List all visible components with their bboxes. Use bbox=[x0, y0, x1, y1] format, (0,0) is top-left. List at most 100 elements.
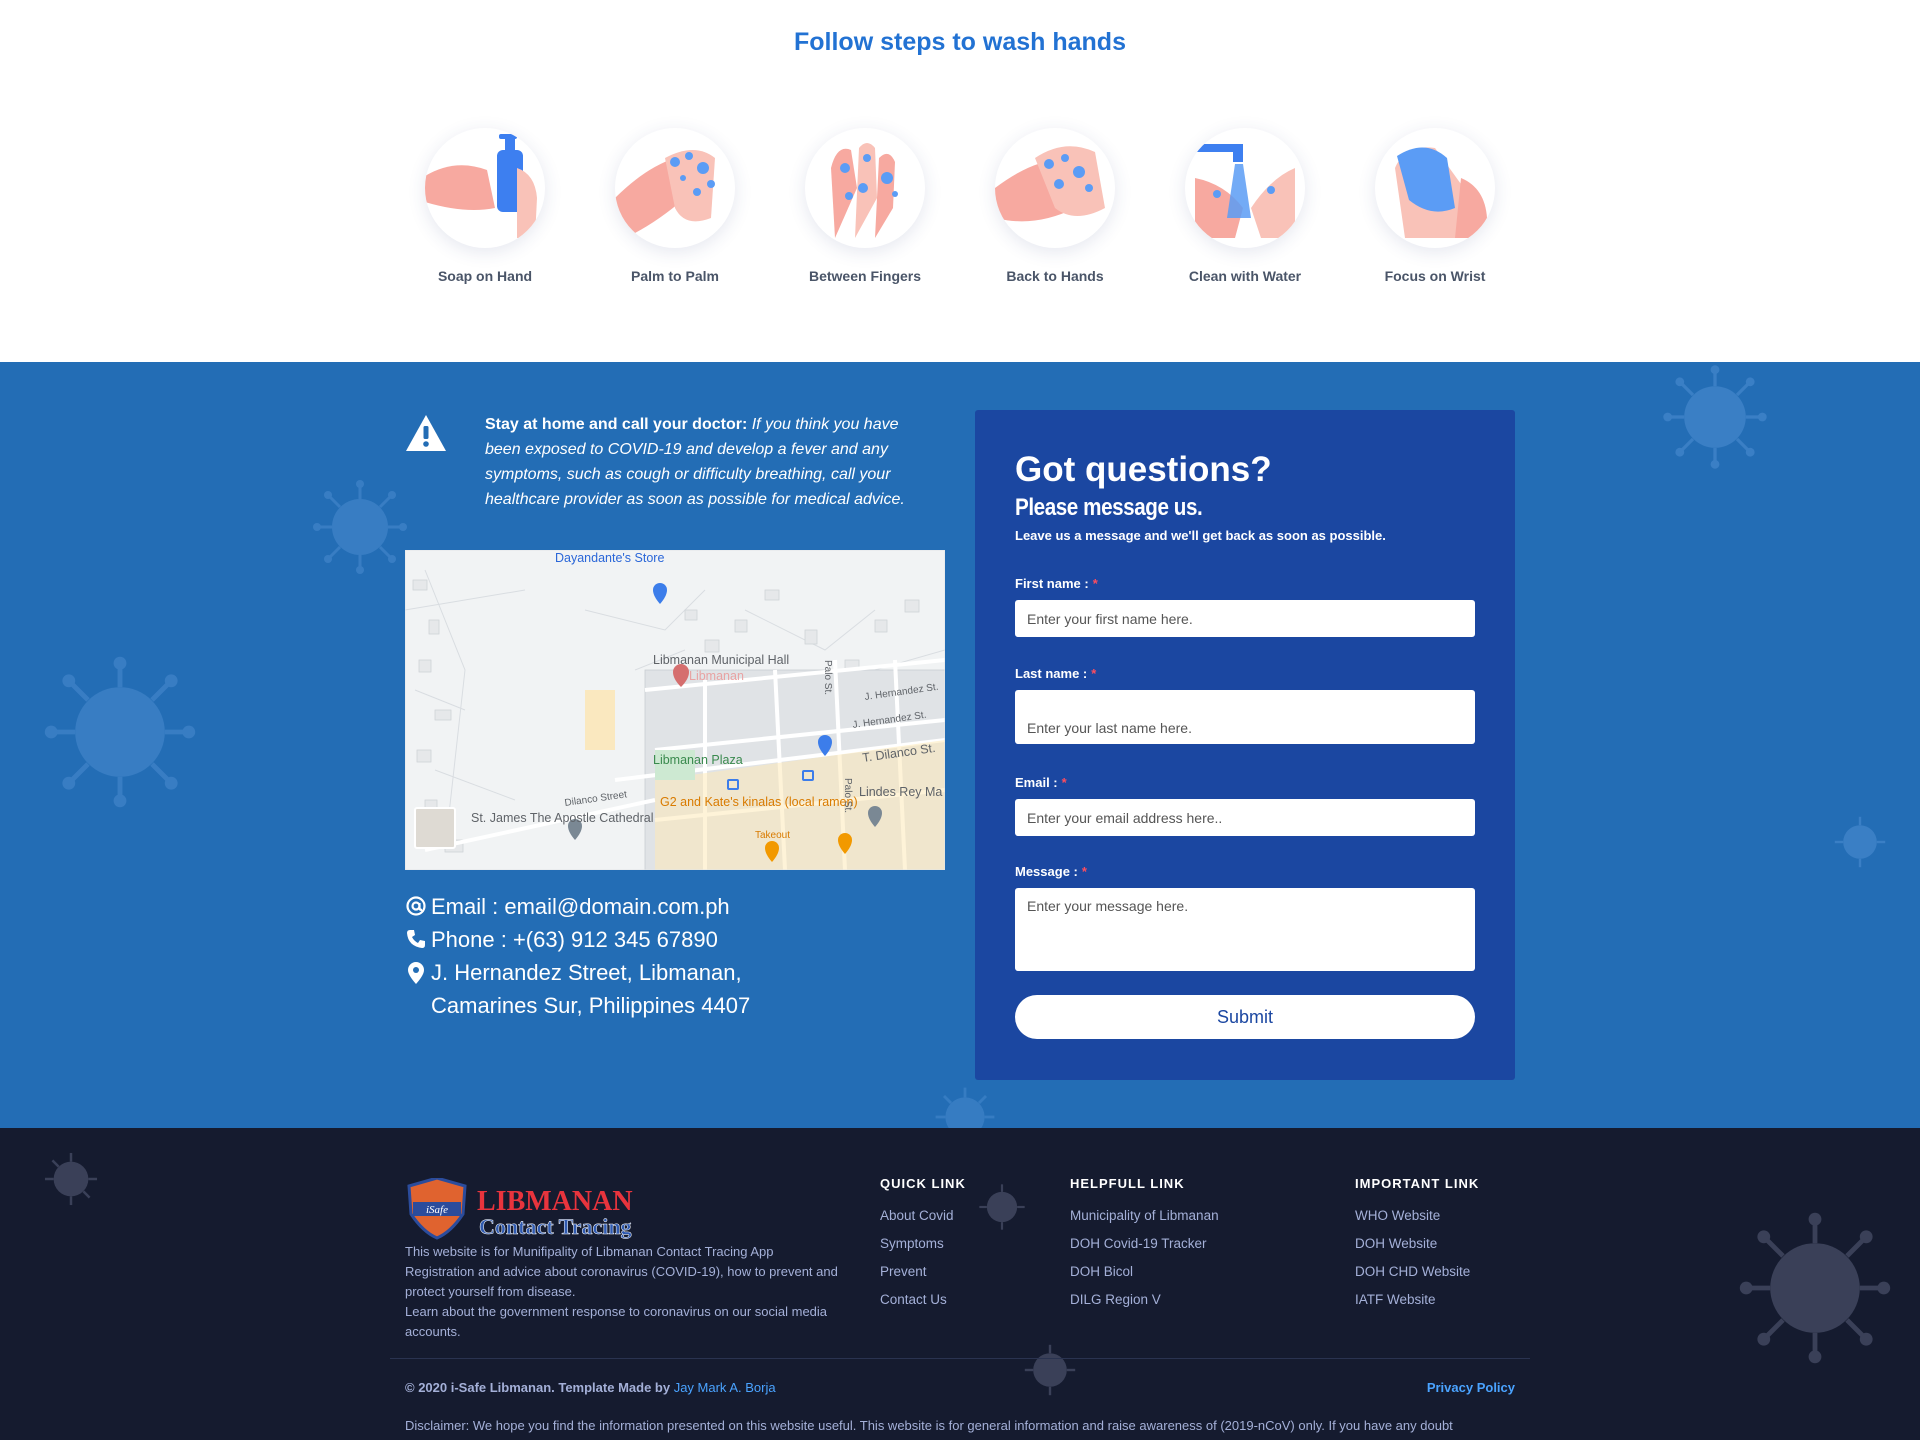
contact-info: Email : email@domain.com.ph Phone : +(63… bbox=[405, 890, 945, 1022]
step-back-to-hands: Back to Hands bbox=[960, 128, 1150, 284]
step-soap-on-hand: Soap on Hand bbox=[390, 128, 580, 284]
virus-icon bbox=[44, 656, 196, 808]
email-field[interactable]: Enter your email address here.. bbox=[1015, 799, 1475, 836]
step-label: Focus on Wrist bbox=[1384, 268, 1486, 284]
link-iatf[interactable]: IATF Website bbox=[1355, 1292, 1479, 1307]
email-row: Email : email@domain.com.ph bbox=[405, 890, 945, 923]
question-form: Got questions? Please message us. Leave … bbox=[975, 410, 1515, 1080]
link-doh-bicol[interactable]: DOH Bicol bbox=[1070, 1264, 1219, 1279]
map-label-store: Dayandante's Store bbox=[555, 551, 664, 565]
link-prevent[interactable]: Prevent bbox=[880, 1264, 966, 1279]
isafe-logo: iSafe LIBMANAN Contact Tracing bbox=[407, 1176, 633, 1240]
logo-line1: LIBMANAN bbox=[477, 1186, 633, 1217]
last-name-label: Last name : * bbox=[1015, 666, 1096, 681]
first-name-label-text: First name : bbox=[1015, 576, 1089, 591]
email-label-text: Email : bbox=[1015, 775, 1058, 790]
step-label: Palm to Palm bbox=[631, 268, 719, 284]
copyright: © 2020 i-Safe Libmanan. Template Made by… bbox=[405, 1380, 776, 1395]
link-about-covid[interactable]: About Covid bbox=[880, 1208, 966, 1223]
virus-icon bbox=[1834, 816, 1886, 868]
alert-bold: Stay at home and call your doctor: bbox=[485, 416, 748, 433]
step-label: Between Fingers bbox=[808, 268, 922, 284]
required-mark: * bbox=[1092, 576, 1098, 591]
logo-line2: Contact Tracing bbox=[479, 1214, 632, 1239]
map-label-palo2: Palo St. bbox=[842, 778, 853, 813]
link-doh-tracker[interactable]: DOH Covid-19 Tracker bbox=[1070, 1236, 1219, 1251]
helpful-links-title: HELPFULL LINK bbox=[1070, 1176, 1185, 1191]
step-label: Clean with Water bbox=[1188, 268, 1302, 284]
footer-description-1: This website is for Munifipality of Libm… bbox=[405, 1244, 838, 1299]
logo-badge-text: iSafe bbox=[426, 1204, 448, 1216]
step-between-fingers: Between Fingers bbox=[770, 128, 960, 284]
site-footer: iSafe LIBMANAN Contact Tracing This webs… bbox=[0, 1128, 1920, 1440]
at-icon bbox=[405, 890, 427, 916]
message-label: Message : * bbox=[1015, 864, 1087, 879]
required-mark: * bbox=[1081, 864, 1087, 879]
virus-icon bbox=[935, 1087, 995, 1128]
map-label-plaza: Libmanan Plaza bbox=[653, 753, 743, 767]
palm-to-palm-icon bbox=[615, 128, 735, 248]
last-name-field[interactable]: Enter your last name here. bbox=[1015, 690, 1475, 744]
helpful-links: HELPFULL LINK Municipality of Libmanan D… bbox=[1070, 1176, 1219, 1320]
important-links: IMPORTANT LINK WHO Website DOH Website D… bbox=[1355, 1176, 1479, 1320]
step-palm-to-palm: Palm to Palm bbox=[580, 128, 770, 284]
focus-on-wrist-icon bbox=[1375, 128, 1495, 248]
virus-icon bbox=[313, 480, 407, 574]
step-label: Soap on Hand bbox=[437, 268, 533, 284]
footer-divider bbox=[390, 1358, 1530, 1359]
form-subtitle: Please message us. bbox=[1015, 494, 1203, 521]
map-graphic: Dayandante's Store Libmanan Municipal Ha… bbox=[405, 550, 945, 870]
required-mark: * bbox=[1091, 666, 1097, 681]
email-label: Email : * bbox=[1015, 775, 1067, 790]
virus-icon bbox=[1663, 365, 1767, 469]
map-label-hall-faded: Libmanan bbox=[689, 669, 744, 683]
map-label-lindes: Lindes Rey Ma bbox=[859, 785, 942, 799]
footer-logo[interactable]: iSafe LIBMANAN Contact Tracing bbox=[405, 1176, 655, 1245]
submit-button[interactable]: Submit bbox=[1015, 995, 1475, 1039]
footer-description-2: Learn about the government response to c… bbox=[405, 1304, 828, 1339]
form-title: Got questions? bbox=[1015, 450, 1272, 489]
virus-icon bbox=[1024, 1344, 1076, 1396]
link-symptoms[interactable]: Symptoms bbox=[880, 1236, 966, 1251]
message-label-text: Message : bbox=[1015, 864, 1078, 879]
phone-row: Phone : +(63) 912 345 67890 bbox=[405, 923, 945, 956]
link-dilg[interactable]: DILG Region V bbox=[1070, 1292, 1219, 1307]
step-clean-with-water: Clean with Water bbox=[1150, 128, 1340, 284]
alert-text: Stay at home and call your doctor: If yo… bbox=[485, 412, 935, 512]
last-name-label-text: Last name : bbox=[1015, 666, 1088, 681]
important-links-title: IMPORTANT LINK bbox=[1355, 1176, 1480, 1191]
privacy-policy-link[interactable]: Privacy Policy bbox=[1427, 1380, 1515, 1395]
phone-icon bbox=[405, 923, 427, 949]
link-contact-us[interactable]: Contact Us bbox=[880, 1292, 966, 1307]
disclaimer: Disclaimer: We hope you find the informa… bbox=[405, 1418, 1453, 1433]
location-map[interactable]: Dayandante's Store Libmanan Municipal Ha… bbox=[405, 550, 945, 870]
link-doh-chd[interactable]: DOH CHD Website bbox=[1355, 1264, 1479, 1279]
author-link[interactable]: Jay Mark A. Borja bbox=[674, 1380, 776, 1395]
link-who[interactable]: WHO Website bbox=[1355, 1208, 1479, 1223]
wash-hands-section: Follow steps to wash hands Soap on Hand … bbox=[0, 0, 1920, 362]
virus-icon bbox=[979, 1184, 1025, 1230]
quick-links-title: QUICK LINK bbox=[880, 1176, 966, 1191]
email-link[interactable]: Email : email@domain.com.ph bbox=[431, 890, 730, 923]
back-to-hands-icon bbox=[995, 128, 1115, 248]
first-name-field[interactable]: Enter your first name here. bbox=[1015, 600, 1475, 637]
copyright-text: © 2020 i-Safe Libmanan. Template Made by bbox=[405, 1380, 674, 1395]
map-label-palo1: Palo St. bbox=[822, 660, 833, 695]
address-text: J. Hernandez Street, Libmanan, Camarines… bbox=[431, 960, 751, 1018]
quick-links: QUICK LINK About Covid Symptoms Prevent … bbox=[880, 1176, 966, 1320]
map-marker-icon bbox=[405, 956, 427, 984]
between-fingers-icon bbox=[805, 128, 925, 248]
map-label-takeout: Takeout bbox=[755, 830, 790, 841]
required-mark: * bbox=[1061, 775, 1067, 790]
footer-description: This website is for Munifipality of Libm… bbox=[405, 1242, 845, 1342]
message-textarea[interactable]: Enter your message here. bbox=[1015, 888, 1475, 971]
clean-with-water-icon bbox=[1185, 128, 1305, 248]
link-doh[interactable]: DOH Website bbox=[1355, 1236, 1479, 1251]
soap-on-hand-icon bbox=[425, 128, 545, 248]
first-name-label: First name : * bbox=[1015, 576, 1098, 591]
address-row: J. Hernandez Street, Libmanan, Camarines… bbox=[405, 956, 945, 1022]
wash-hands-title: Follow steps to wash hands bbox=[794, 28, 1126, 56]
link-municipality[interactable]: Municipality of Libmanan bbox=[1070, 1208, 1219, 1223]
phone-link[interactable]: Phone : +(63) 912 345 67890 bbox=[431, 923, 718, 956]
map-label-cathedral: St. James The Apostle Cathedral bbox=[471, 811, 654, 825]
